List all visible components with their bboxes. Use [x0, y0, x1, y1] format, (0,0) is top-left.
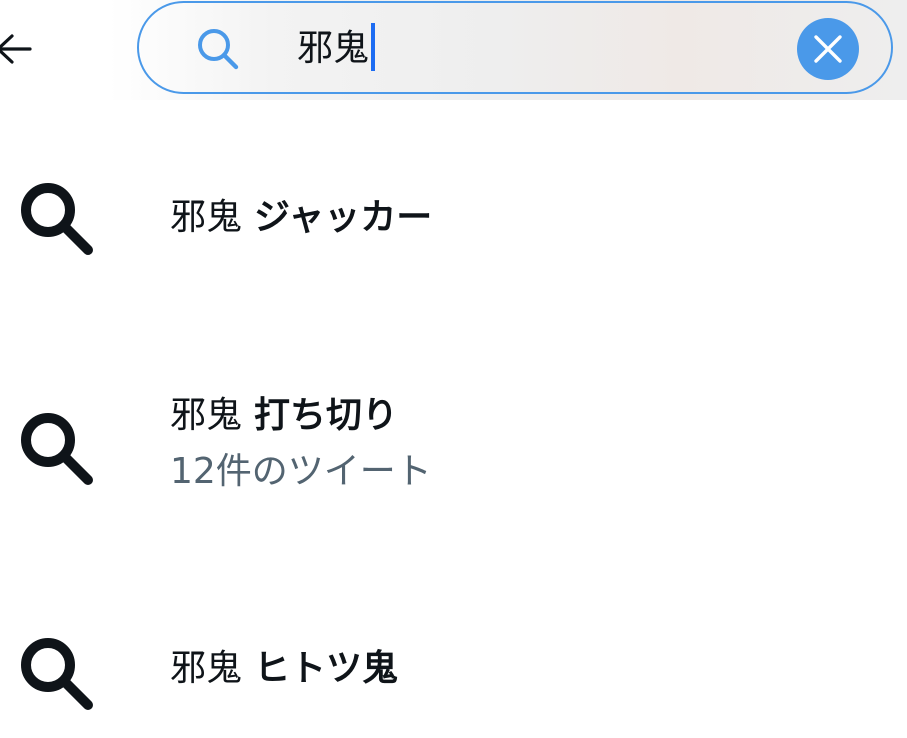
search-input[interactable]: 邪鬼	[297, 23, 376, 75]
suggestion-query: 邪鬼	[170, 648, 243, 689]
suggestion-text: 邪鬼 ヒトツ鬼	[170, 643, 398, 695]
close-icon	[814, 35, 842, 63]
search-icon	[21, 638, 93, 710]
suggestion-completion: 打ち切り	[254, 395, 399, 436]
suggestion-item[interactable]: 邪鬼 ヒトツ鬼	[0, 555, 907, 735]
suggestion-item[interactable]: 邪鬼 ジャッカー	[0, 100, 907, 280]
arrow-left-icon	[0, 34, 32, 64]
search-input-value: 邪鬼	[297, 28, 370, 69]
search-icon	[21, 183, 93, 255]
suggestion-item[interactable]: 邪鬼 打ち切り 12件のツイート	[0, 330, 907, 510]
back-button[interactable]	[0, 26, 34, 72]
search-icon	[198, 29, 239, 70]
search-icon	[21, 413, 93, 485]
search-box[interactable]: 邪鬼	[137, 1, 893, 94]
suggestion-completion: ジャッカー	[254, 197, 433, 238]
suggestion-text: 邪鬼 ジャッカー	[170, 192, 432, 244]
suggestion-query: 邪鬼	[170, 395, 243, 436]
search-header: 邪鬼	[0, 0, 907, 100]
suggestion-completion: ヒトツ鬼	[254, 648, 399, 689]
suggestion-tweet-count: 12件のツイート	[170, 451, 432, 492]
suggestion-query: 邪鬼	[170, 197, 243, 238]
text-caret	[371, 23, 376, 71]
suggestion-text: 邪鬼 打ち切り	[170, 390, 398, 442]
clear-search-button[interactable]	[797, 18, 859, 80]
